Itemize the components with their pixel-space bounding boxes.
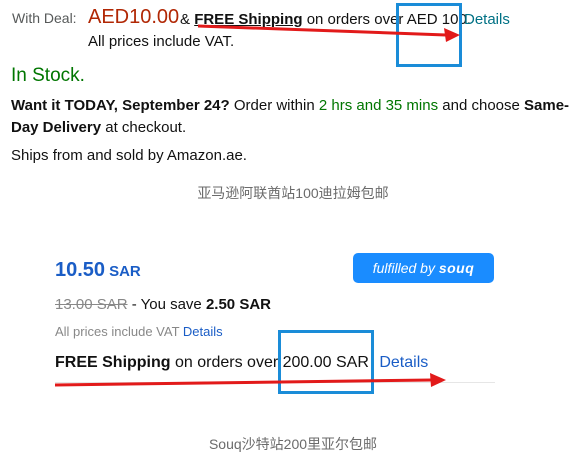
annotation-arrows (54, 24, 460, 387)
arrow-amazon (197, 24, 460, 42)
arrow-souq (54, 373, 446, 387)
